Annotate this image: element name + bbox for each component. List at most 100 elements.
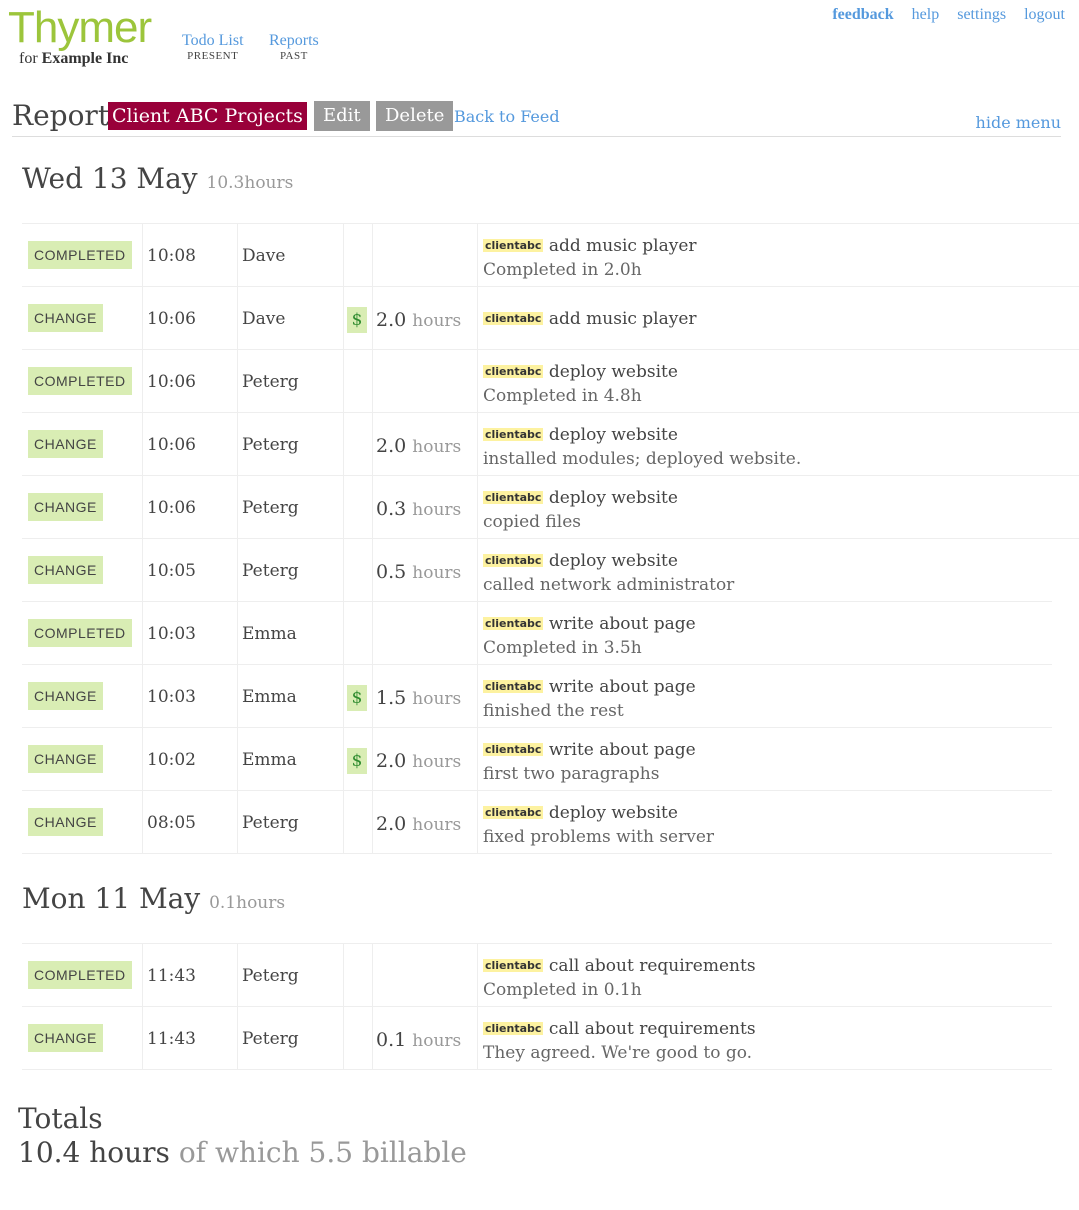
- feed-row[interactable]: CHANGE 11:43 Peterg 0.1 hours clientabc call…: [22, 1006, 1052, 1070]
- project-tag[interactable]: clientabc: [483, 428, 544, 441]
- entry-hours: 1.5 hours: [376, 685, 461, 712]
- entry-user: Peterg: [242, 435, 299, 455]
- help-link[interactable]: help: [912, 6, 940, 23]
- entry-description: clientabc deploy website Completed in 4.8…: [483, 360, 678, 408]
- edit-button[interactable]: Edit: [314, 101, 370, 131]
- task-name[interactable]: call about requirements: [549, 956, 756, 976]
- column-divider: [343, 944, 344, 1006]
- project-tag[interactable]: clientabc: [483, 239, 544, 252]
- feed-row[interactable]: CHANGE 10:03 Emma $1.5 hours clientabc write…: [22, 664, 1052, 727]
- totals-heading: Totals: [18, 1102, 103, 1135]
- entry-note: called network administrator: [483, 575, 735, 595]
- entry-time: 10:03: [147, 687, 196, 707]
- day-heading: Wed 13 May 10.3hours: [22, 162, 293, 200]
- task-name[interactable]: write about page: [549, 677, 696, 697]
- column-divider: [477, 665, 478, 727]
- task-name[interactable]: deploy website: [549, 425, 678, 445]
- entry-task-line: clientabc deploy website: [483, 486, 678, 510]
- column-divider: [237, 602, 238, 664]
- feed-row[interactable]: CHANGE 10:02 Emma $2.0 hours clientabc write…: [22, 727, 1052, 790]
- feed-row[interactable]: CHANGE 10:06 Peterg 2.0 hours clientabc depl…: [22, 412, 1079, 475]
- column-divider: [343, 476, 344, 538]
- entry-description: clientabc add music player: [483, 307, 697, 331]
- project-tag[interactable]: clientabc: [483, 554, 544, 567]
- entry-hours-value: 1.5: [376, 687, 407, 709]
- back-to-feed-link[interactable]: Back to Feed: [454, 106, 560, 128]
- org-line: for Example Inc: [19, 50, 168, 68]
- feed-row[interactable]: COMPLETED 10:06 Peterg clientabc deploy web…: [22, 349, 1079, 412]
- billable-dollar-icon[interactable]: $: [347, 685, 367, 711]
- entry-time: 10:06: [147, 372, 196, 392]
- entry-note: fixed problems with server: [483, 827, 715, 847]
- column-divider: [372, 728, 373, 790]
- nav-tab-caption: PRESENT: [187, 50, 239, 62]
- entry-hours: 2.0 hours: [376, 811, 461, 838]
- column-divider: [142, 728, 143, 790]
- task-name[interactable]: deploy website: [549, 551, 678, 571]
- column-divider: [343, 602, 344, 664]
- entry-type-badge: CHANGE: [28, 556, 103, 584]
- delete-button[interactable]: Delete: [376, 101, 454, 131]
- entry-time: 10:06: [147, 498, 196, 518]
- feed-row[interactable]: COMPLETED 10:08 Dave clientabc add music pl…: [22, 223, 1079, 286]
- column-divider: [477, 413, 478, 475]
- task-name[interactable]: add music player: [549, 236, 697, 256]
- entry-user: Peterg: [242, 966, 299, 986]
- entry-hours: 2.0 hours: [376, 307, 461, 334]
- nav-tab-label: Reports: [269, 32, 319, 49]
- entry-user: Peterg: [242, 372, 299, 392]
- column-divider: [343, 728, 344, 790]
- project-tag[interactable]: clientabc: [483, 806, 544, 819]
- project-tag[interactable]: clientabc: [483, 959, 544, 972]
- project-tag[interactable]: clientabc: [483, 743, 544, 756]
- project-tag[interactable]: clientabc: [483, 1022, 544, 1035]
- entry-time: 10:02: [147, 750, 196, 770]
- entry-time: 10:06: [147, 309, 196, 329]
- hide-menu-link[interactable]: hide menu: [976, 112, 1061, 134]
- feed-row[interactable]: CHANGE 08:05 Peterg 2.0 hours clientabc depl…: [22, 790, 1052, 854]
- settings-link[interactable]: settings: [957, 6, 1006, 23]
- task-name[interactable]: deploy website: [549, 488, 678, 508]
- task-name[interactable]: call about requirements: [549, 1019, 756, 1039]
- feedback-link[interactable]: feedback: [832, 6, 893, 23]
- task-name[interactable]: deploy website: [549, 362, 678, 382]
- feed-row[interactable]: CHANGE 10:06 Dave $2.0 hours clientabc add m…: [22, 286, 1079, 349]
- entry-time: 10:05: [147, 561, 196, 581]
- entry-type-badge: CHANGE: [28, 745, 103, 773]
- nav-tab-todo-list[interactable]: Todo List PRESENT: [182, 32, 244, 63]
- task-name[interactable]: add music player: [549, 309, 697, 329]
- project-tag[interactable]: clientabc: [483, 365, 544, 378]
- logo[interactable]: Thymer for Example Inc: [8, 6, 168, 68]
- column-divider: [343, 791, 344, 853]
- entry-user: Peterg: [242, 561, 299, 581]
- column-divider: [372, 602, 373, 664]
- column-divider: [343, 665, 344, 727]
- entry-note: Completed in 2.0h: [483, 260, 642, 280]
- task-name[interactable]: write about page: [549, 740, 696, 760]
- project-tag[interactable]: clientabc: [483, 680, 544, 693]
- feed-row[interactable]: CHANGE 10:05 Peterg 0.5 hours clientabc depl…: [22, 538, 1079, 601]
- column-divider: [477, 602, 478, 664]
- entry-user: Emma: [242, 687, 297, 707]
- feed-row[interactable]: CHANGE 10:06 Peterg 0.3 hours clientabc depl…: [22, 475, 1079, 538]
- feed-row[interactable]: COMPLETED 11:43 Peterg clientabc call about…: [22, 943, 1052, 1006]
- entry-user: Emma: [242, 624, 297, 644]
- logout-link[interactable]: logout: [1024, 6, 1065, 23]
- column-divider: [372, 476, 373, 538]
- column-divider: [477, 944, 478, 1006]
- column-divider: [372, 944, 373, 1006]
- task-name[interactable]: deploy website: [549, 803, 678, 823]
- entry-task-line: clientabc call about requirements: [483, 954, 756, 978]
- task-name[interactable]: write about page: [549, 614, 696, 634]
- billable-dollar-icon[interactable]: $: [347, 748, 367, 774]
- project-tag[interactable]: clientabc: [483, 617, 544, 630]
- nav-tab-reports[interactable]: Reports PAST: [269, 32, 319, 63]
- totals-billable: of which 5.5 billable: [178, 1136, 467, 1169]
- feed-row[interactable]: COMPLETED 10:03 Emma clientabc write about …: [22, 601, 1052, 664]
- project-tag[interactable]: clientabc: [483, 312, 544, 325]
- billable-dollar-icon[interactable]: $: [347, 307, 367, 333]
- entry-hours-unit: hours: [412, 311, 462, 331]
- entry-hours-value: 0.5: [376, 561, 407, 583]
- project-tag[interactable]: clientabc: [483, 491, 544, 504]
- entry-time: 11:43: [147, 966, 196, 986]
